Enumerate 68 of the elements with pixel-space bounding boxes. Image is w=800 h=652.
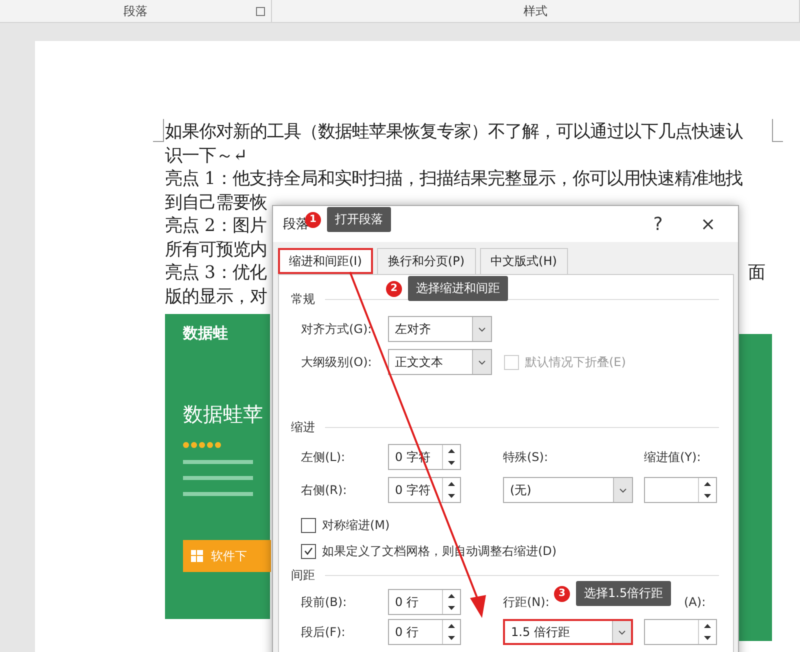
down-arrow-icon[interactable] [704,494,711,498]
document-text: 版的显示，对 [165,286,267,308]
up-arrow-icon[interactable] [704,482,711,486]
section-title: 间距 [291,566,315,584]
checkbox[interactable] [301,544,316,558]
field-label: 缩进值(Y): [644,448,702,466]
corner-mark-icon [153,119,164,142]
document-text: 面 [748,262,765,285]
field-label: 特殊(S): [503,448,550,466]
tab[interactable]: 换行和分页(P) [376,248,476,274]
caret-icon [619,488,627,492]
tab[interactable]: 中文版式(H) [480,248,568,274]
document-text: 识一下～↵ [165,144,248,168]
close-button[interactable]: × [688,212,728,236]
group-label: 样式 [524,2,548,20]
document-text: 亮点 1：他支持全局和实时扫描，扫描结果完整显示，你可以用快速精准地找 [165,168,742,191]
up-arrow-icon[interactable] [448,624,455,628]
section-title: 缩进 [291,418,315,436]
field-label: 左侧(L): [301,448,346,466]
document-text: 如果你对新的工具（数据蛙苹果恢复专家）不了解，可以通过以下几点快速认 [165,121,743,144]
windows-icon [191,550,203,562]
caret-icon [478,360,486,364]
launcher-icon[interactable] [256,7,266,16]
up-arrow-icon[interactable] [704,624,711,628]
spin-field[interactable]: 0 字符 [388,477,461,503]
section-title: 常规 [291,290,315,308]
dropdown-field[interactable]: 左对齐 [388,316,492,342]
document-text: 所有可预览内 [165,238,267,262]
spin-field[interactable]: 0 行 [388,619,461,645]
field-label: 右侧(R): [301,482,348,498]
dropdown-field[interactable]: 1.5 倍行距 [503,619,633,645]
field-label: 大纲级别(O): [301,354,373,370]
caret-icon [478,326,486,332]
down-arrow-icon[interactable] [448,461,455,465]
dropdown-field[interactable]: (无) [503,477,633,503]
down-arrow-icon[interactable] [704,636,711,640]
check-icon [304,547,313,555]
callout-label: 选择缩进和间距 [408,276,508,301]
help-button[interactable]: ? [638,212,678,236]
dropdown-field[interactable]: 正文文本 [388,349,492,375]
field-label: 段前(B): [301,594,348,610]
field-label: (A): [684,595,707,609]
field-label: 行距(N): [503,594,550,610]
up-arrow-icon[interactable] [448,594,455,598]
field-label: 段后(F): [301,624,346,640]
spin-field[interactable] [644,619,717,645]
document-text: 到自己需要恢 [165,192,267,214]
up-arrow-icon[interactable] [448,482,455,486]
corner-mark-icon [772,119,783,142]
checkbox-label: 默认情况下折叠(E) [525,354,626,370]
checkbox-label: 对称缩进(M) [322,516,390,534]
document-text: 亮点 2：图片 [165,215,266,238]
document-text: 亮点 3：优化 [165,262,266,285]
down-arrow-icon[interactable] [448,636,455,640]
spin-field[interactable] [644,477,717,503]
promo-headline: 数据蛙苹 [183,401,264,428]
down-arrow-icon[interactable] [448,494,455,498]
group-label: 段落 [124,2,148,20]
up-arrow-icon[interactable] [448,449,455,453]
tab[interactable]: 缩进和间距(I) [278,248,373,274]
down-arrow-icon[interactable] [448,606,455,610]
checkbox[interactable] [301,518,316,532]
brand-text: 数据蛙 [183,324,229,343]
callout-label: 选择1.5倍行距 [576,581,672,606]
callout-label: 打开段落 [327,207,391,232]
spin-field[interactable]: 0 行 [388,589,461,615]
field-label: 对齐方式(G): [301,320,373,338]
caret-icon [618,630,626,634]
